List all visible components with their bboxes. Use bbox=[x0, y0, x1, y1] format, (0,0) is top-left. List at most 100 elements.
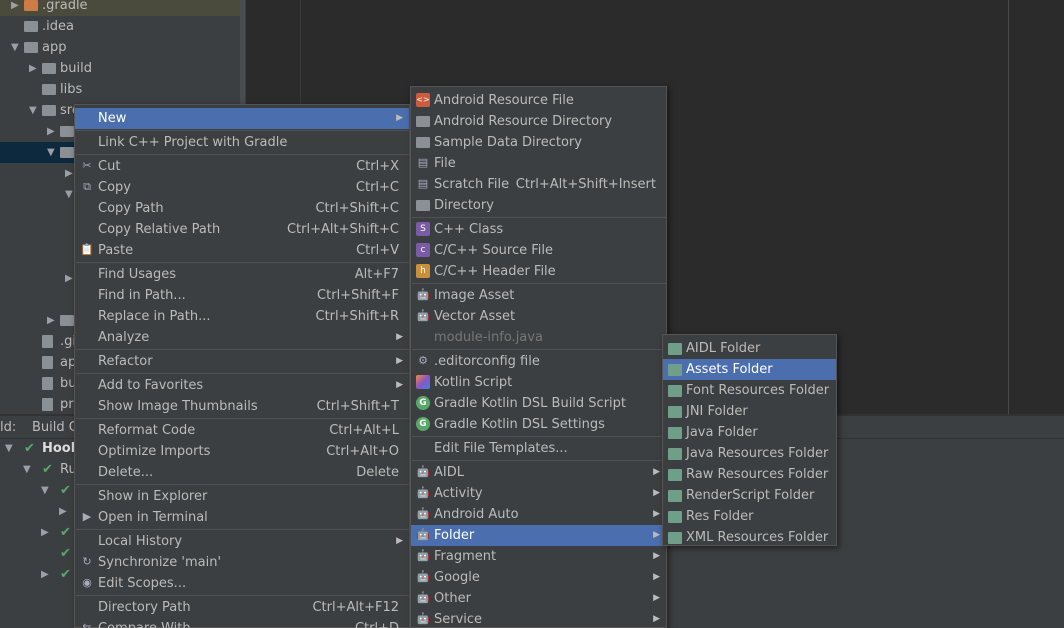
collapse-arrow-icon[interactable]: ▶ bbox=[41, 523, 49, 543]
expand-arrow-icon[interactable]: ▼ bbox=[11, 37, 19, 58]
menu-item-image-asset[interactable]: 🤖 Image Asset bbox=[411, 285, 666, 306]
build-tree-row[interactable]: ▶ ✔ bbox=[0, 523, 74, 543]
menu-item-raw-resources-folder[interactable]: Raw Resources Folder bbox=[663, 464, 836, 485]
scratch-file-icon: ▤ bbox=[417, 177, 429, 190]
build-tree-row[interactable]: ▼ ✔ Ru bbox=[0, 460, 77, 480]
menu-separator bbox=[412, 436, 667, 437]
menu-item-open-in-terminal[interactable]: ▶ Open in Terminal bbox=[75, 507, 409, 528]
menu-item-android-resource-file[interactable]: <> Android Resource File bbox=[411, 90, 666, 111]
menu-item-replace-in-path[interactable]: Replace in Path... Ctrl+Shift+R bbox=[75, 306, 409, 327]
menu-item-copy[interactable]: ⧉ Copy Ctrl+C bbox=[75, 177, 409, 198]
menu-item-find-in-path[interactable]: Find in Path... Ctrl+Shift+F bbox=[75, 285, 409, 306]
menu-item-synchronize-main[interactable]: ↻ Synchronize 'main' bbox=[75, 552, 409, 573]
expand-arrow-icon[interactable]: ▼ bbox=[5, 439, 13, 459]
menu-item-directory[interactable]: Directory bbox=[411, 195, 666, 216]
collapse-arrow-icon[interactable]: ▶ bbox=[11, 0, 19, 16]
menu-item-link-c-project-with-gradle[interactable]: Link C++ Project with Gradle bbox=[75, 132, 409, 153]
menu-item-compare-with[interactable]: ⇆ Compare With... Ctrl+D bbox=[75, 618, 409, 628]
menu-item-show-image-thumbnails[interactable]: Show Image Thumbnails Ctrl+Shift+T bbox=[75, 396, 409, 417]
menu-item-reformat-code[interactable]: Reformat Code Ctrl+Alt+L bbox=[75, 420, 409, 441]
menu-item-optimize-imports[interactable]: Optimize Imports Ctrl+Alt+O bbox=[75, 441, 409, 462]
menu-item-c-c-source-file[interactable]: c C/C++ Source File bbox=[411, 240, 666, 261]
tree-row[interactable]: libs bbox=[0, 79, 240, 100]
menu-item-renderscript-folder[interactable]: RenderScript Folder bbox=[663, 485, 836, 506]
tree-row[interactable]: ▼ app bbox=[0, 37, 240, 58]
collapse-arrow-icon[interactable]: ▶ bbox=[47, 310, 55, 331]
menu-item-label: Assets Folder bbox=[686, 362, 773, 377]
android-folder-icon bbox=[668, 469, 682, 481]
menu-item-android-resource-directory[interactable]: Android Resource Directory bbox=[411, 111, 666, 132]
menu-item-new[interactable]: New ▶ bbox=[75, 108, 409, 129]
menu-item-jni-folder[interactable]: JNI Folder bbox=[663, 401, 836, 422]
menu-item-aidl[interactable]: 🤖 AIDL ▶ bbox=[411, 462, 666, 483]
tree-row[interactable]: ▶ .gradle bbox=[0, 0, 240, 16]
menu-item-activity[interactable]: 🤖 Activity ▶ bbox=[411, 483, 666, 504]
collapse-arrow-icon[interactable]: ▶ bbox=[65, 268, 73, 289]
build-tree-row[interactable]: ✔ bbox=[0, 544, 74, 564]
folder-icon bbox=[42, 84, 56, 95]
menu-item-xml-resources-folder[interactable]: XML Resources Folder bbox=[663, 527, 836, 548]
menu-item-java-folder[interactable]: Java Folder bbox=[663, 422, 836, 443]
menu-item-edit-file-templates[interactable]: Edit File Templates... bbox=[411, 438, 666, 459]
menu-item-label: JNI Folder bbox=[686, 404, 748, 419]
collapse-arrow-icon[interactable]: ▶ bbox=[59, 502, 67, 522]
menu-item-edit-scopes[interactable]: ◉ Edit Scopes... bbox=[75, 573, 409, 594]
expand-arrow-icon[interactable]: ▼ bbox=[47, 142, 55, 163]
menu-item-file[interactable]: ▤ File bbox=[411, 153, 666, 174]
menu-item-paste[interactable]: 📋 Paste Ctrl+V bbox=[75, 240, 409, 261]
menu-item-gradle-kotlin-dsl-build-script[interactable]: G Gradle Kotlin DSL Build Script bbox=[411, 393, 666, 414]
menu-item-local-history[interactable]: Local History ▶ bbox=[75, 531, 409, 552]
expand-arrow-icon[interactable]: ▼ bbox=[65, 184, 73, 205]
menu-item-sample-data-directory[interactable]: Sample Data Directory bbox=[411, 132, 666, 153]
menu-item-delete[interactable]: Delete... Delete bbox=[75, 462, 409, 483]
file-icon bbox=[42, 356, 53, 369]
menu-item-google[interactable]: 🤖 Google ▶ bbox=[411, 567, 666, 588]
build-tree-row[interactable]: ▼ ✔ bbox=[0, 481, 74, 501]
expand-arrow-icon[interactable]: ▼ bbox=[41, 481, 49, 501]
menu-item-kotlin-script[interactable]: Kotlin Script bbox=[411, 372, 666, 393]
folder-icon bbox=[24, 21, 38, 32]
tree-row[interactable]: ▶ build bbox=[0, 58, 240, 79]
menu-item-analyze[interactable]: Analyze ▶ bbox=[75, 327, 409, 348]
build-tree-row[interactable]: ▶ bbox=[0, 502, 74, 522]
menu-item-service[interactable]: 🤖 Service ▶ bbox=[411, 609, 666, 628]
menu-item-copy-relative-path[interactable]: Copy Relative Path Ctrl+Alt+Shift+C bbox=[75, 219, 409, 240]
menu-item-android-auto[interactable]: 🤖 Android Auto ▶ bbox=[411, 504, 666, 525]
menu-item-java-resources-folder[interactable]: Java Resources Folder bbox=[663, 443, 836, 464]
menu-item-font-resources-folder[interactable]: Font Resources Folder bbox=[663, 380, 836, 401]
menu-item-cut[interactable]: ✂ Cut Ctrl+X bbox=[75, 156, 409, 177]
menu-item-label: C/C++ Source File bbox=[434, 243, 553, 258]
menu-item-scratch-file[interactable]: ▤ Scratch File Ctrl+Alt+Shift+Insert bbox=[411, 174, 666, 195]
collapse-arrow-icon[interactable]: ▶ bbox=[65, 163, 73, 184]
menu-item-copy-path[interactable]: Copy Path Ctrl+Shift+C bbox=[75, 198, 409, 219]
menu-item-assets-folder[interactable]: Assets Folder bbox=[663, 359, 836, 380]
menu-item-label: File bbox=[434, 156, 456, 171]
expand-arrow-icon[interactable]: ▼ bbox=[29, 100, 37, 121]
menu-item-find-usages[interactable]: Find Usages Alt+F7 bbox=[75, 264, 409, 285]
menu-item-aidl-folder[interactable]: AIDL Folder bbox=[663, 338, 836, 359]
menu-item-editorconfig-file[interactable]: ⚙ .editorconfig file bbox=[411, 351, 666, 372]
menu-item-vector-asset[interactable]: 🤖 Vector Asset bbox=[411, 306, 666, 327]
submenu-arrow-icon: ▶ bbox=[396, 356, 403, 366]
menu-item-fragment[interactable]: 🤖 Fragment ▶ bbox=[411, 546, 666, 567]
menu-item-show-in-explorer[interactable]: Show in Explorer bbox=[75, 486, 409, 507]
menu-item-gradle-kotlin-dsl-settings[interactable]: G Gradle Kotlin DSL Settings bbox=[411, 414, 666, 435]
tree-row[interactable]: .idea bbox=[0, 16, 240, 37]
menu-item-label: Edit File Templates... bbox=[434, 441, 568, 456]
menu-item-c-c-header-file[interactable]: h C/C++ Header File bbox=[411, 261, 666, 282]
project-scrollbar[interactable] bbox=[240, 0, 245, 105]
menu-item-refactor[interactable]: Refactor ▶ bbox=[75, 351, 409, 372]
collapse-arrow-icon[interactable]: ▶ bbox=[29, 58, 37, 79]
expand-arrow-icon[interactable]: ▼ bbox=[23, 460, 31, 480]
menu-item-res-folder[interactable]: Res Folder bbox=[663, 506, 836, 527]
menu-item-add-to-favorites[interactable]: Add to Favorites ▶ bbox=[75, 375, 409, 396]
menu-item-other[interactable]: 🤖 Other ▶ bbox=[411, 588, 666, 609]
menu-item-c-class[interactable]: S C++ Class bbox=[411, 219, 666, 240]
build-tree-row[interactable]: ▶ ✔ bbox=[0, 565, 74, 585]
menu-item-directory-path[interactable]: Directory Path Ctrl+Alt+F12 bbox=[75, 597, 409, 618]
build-tree-row[interactable]: ▼ ✔ Hook bbox=[0, 439, 79, 459]
menu-item-folder[interactable]: 🤖 Folder ▶ bbox=[411, 525, 666, 546]
collapse-arrow-icon[interactable]: ▶ bbox=[47, 121, 55, 142]
build-output-tab[interactable]: Build O bbox=[32, 416, 79, 439]
collapse-arrow-icon[interactable]: ▶ bbox=[41, 565, 49, 585]
